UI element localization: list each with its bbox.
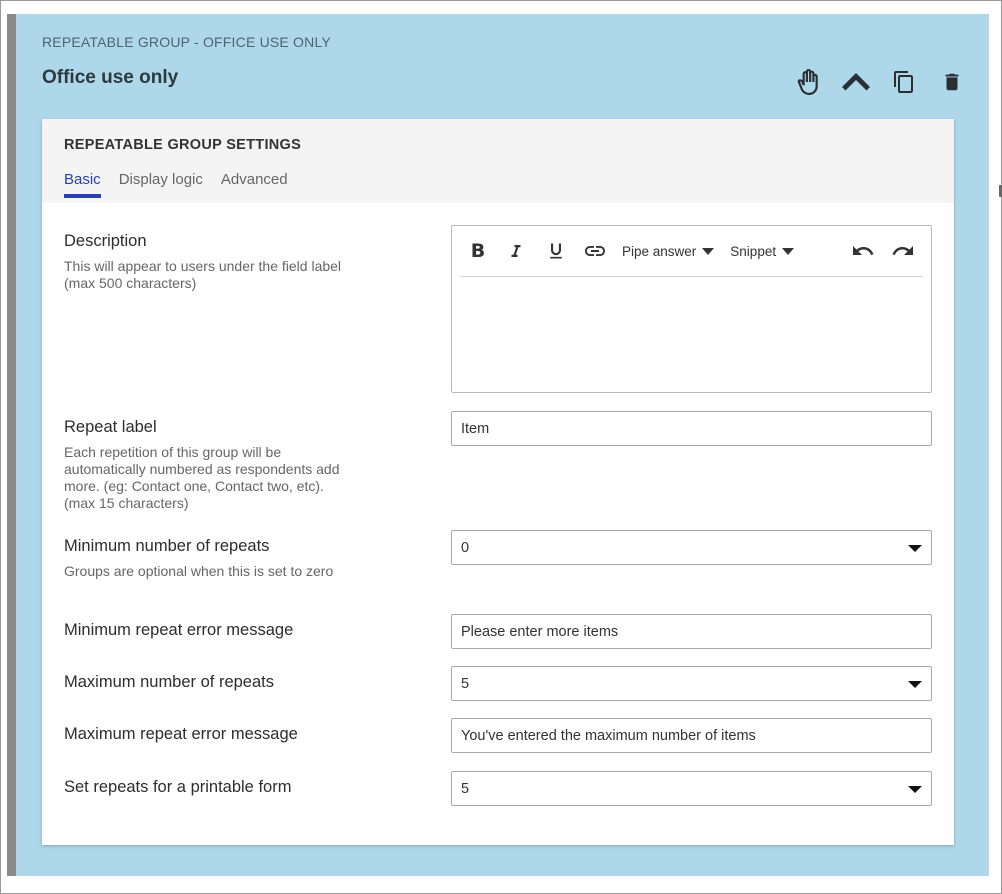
description-editor-body[interactable] <box>452 278 931 392</box>
link-icon <box>585 246 605 256</box>
copy-icon[interactable] <box>880 66 928 98</box>
group-left-bar <box>7 14 16 876</box>
tab-advanced[interactable]: Advanced <box>221 171 288 196</box>
italic-button[interactable] <box>496 236 536 266</box>
printable-repeats-select[interactable]: 5 <box>451 771 932 806</box>
underline-icon <box>550 243 562 259</box>
editor-toolbar: B Pipe answer Snippet <box>460 226 923 277</box>
max-repeats-value: 5 <box>461 675 470 692</box>
undo-button[interactable] <box>843 236 883 266</box>
settings-tabs: Basic Display logic Advanced <box>64 171 288 198</box>
repeat-label-field[interactable] <box>451 411 932 446</box>
hand-drag-icon[interactable] <box>784 66 832 98</box>
snippet-dropdown[interactable]: Snippet <box>722 236 802 266</box>
settings-title: REPEATABLE GROUP SETTINGS <box>64 137 302 153</box>
tab-basic[interactable]: Basic <box>64 171 101 198</box>
chevron-up-icon[interactable] <box>832 66 880 98</box>
min-repeats-select[interactable]: 0 <box>451 530 932 565</box>
caret-down-icon <box>908 681 922 688</box>
redo-icon <box>892 246 913 255</box>
repeat-label-help: Each repetition of this group will be au… <box>64 444 340 511</box>
settings-header: REPEATABLE GROUP SETTINGS Basic Display … <box>42 119 954 203</box>
snippet-label: Snippet <box>730 243 777 259</box>
min-error-field[interactable] <box>451 614 932 649</box>
bold-button[interactable]: B <box>460 236 496 266</box>
max-repeats-select[interactable]: 5 <box>451 666 932 701</box>
caret-down-icon <box>782 247 795 255</box>
caret-down-icon <box>908 545 922 552</box>
trash-icon[interactable] <box>928 66 976 98</box>
link-button[interactable] <box>576 236 614 266</box>
group-type-label: REPEATABLE GROUP - OFFICE USE ONLY <box>42 34 331 50</box>
caret-down-icon <box>702 247 715 255</box>
undo-icon <box>853 246 874 255</box>
pipe-answer-label: Pipe answer <box>622 243 697 259</box>
group-title: Office use only <box>42 67 179 88</box>
group-actions <box>784 66 976 98</box>
redo-button[interactable] <box>883 236 923 266</box>
min-error-input[interactable] <box>461 623 922 640</box>
repeat-label-input[interactable] <box>461 420 922 437</box>
max-error-input[interactable] <box>461 727 922 744</box>
description-editor: B Pipe answer Snippet <box>451 225 932 393</box>
caret-down-icon <box>908 786 922 793</box>
pipe-answer-dropdown[interactable]: Pipe answer <box>614 236 722 266</box>
repeatable-group-panel: REPEATABLE GROUP - OFFICE USE ONLY Offic… <box>16 14 989 876</box>
min-repeats-value: 0 <box>461 539 470 556</box>
tab-display-logic[interactable]: Display logic <box>119 171 203 196</box>
printable-repeats-value: 5 <box>461 780 470 797</box>
bold-icon: B <box>470 240 486 262</box>
settings-card: REPEATABLE GROUP SETTINGS Basic Display … <box>42 119 954 845</box>
italic-icon <box>511 245 521 257</box>
description-help: This will appear to users under the fiel… <box>64 258 342 291</box>
max-error-field[interactable] <box>451 718 932 753</box>
min-repeats-help: Groups are optional when this is set to … <box>64 563 334 579</box>
underline-button[interactable] <box>536 236 576 266</box>
